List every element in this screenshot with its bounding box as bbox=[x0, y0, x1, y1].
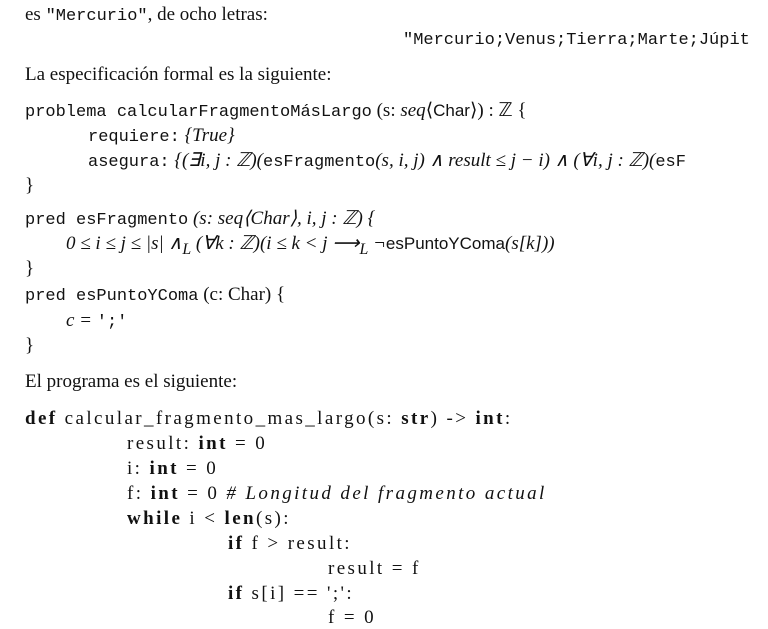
txt: f: bbox=[127, 483, 151, 504]
spec-intro: La especificación formal es la siguiente… bbox=[25, 64, 332, 85]
body: c = bbox=[66, 310, 97, 331]
kw: int bbox=[149, 458, 179, 479]
char-type: Char bbox=[433, 101, 470, 120]
txt: (s): bbox=[256, 508, 291, 529]
sig: ⟩) : ℤ { bbox=[469, 100, 527, 121]
sig: (c: Char) { bbox=[198, 284, 286, 305]
intro-line: es "Mercurio", de ocho letras: bbox=[25, 4, 268, 28]
code-line: result: int = 0 bbox=[127, 433, 267, 455]
txt: = 0 bbox=[227, 433, 268, 454]
txt: calcular_fragmento_mas_largo(s: bbox=[57, 408, 402, 429]
kw: if bbox=[228, 533, 245, 554]
code-line: result = f bbox=[328, 558, 421, 580]
intro-suffix: , de ocho letras: bbox=[147, 4, 268, 25]
problema-header: problema calcularFragmentoMásLargo (s: s… bbox=[25, 100, 527, 124]
asegura-line: asegura: {(∃i, j : ℤ)(esFragmento(s, i, … bbox=[88, 150, 686, 174]
comment: # Longitud del fragmento actual bbox=[226, 483, 547, 504]
example-string: "Mercurio;Venus;Tierra;Marte;Júpit bbox=[403, 31, 750, 50]
kw: def bbox=[25, 408, 58, 429]
pred-esfragmento-body: 0 ≤ i ≤ j ≤ |s| ∧L (∀k : ℤ)(i ≤ k < j ⟶L… bbox=[66, 233, 555, 261]
sig: (s: bbox=[371, 100, 401, 121]
pred-name: pred esPuntoYComa bbox=[25, 287, 199, 306]
asegura-kw: asegura: bbox=[88, 153, 170, 172]
kw: int bbox=[475, 408, 505, 429]
kw: while bbox=[127, 508, 183, 529]
sig: ⟨ bbox=[425, 100, 434, 121]
code-line: f: int = 0 # Longitud del fragmento actu… bbox=[127, 483, 547, 505]
code-line: if f > result: bbox=[228, 533, 352, 555]
intro-word: "Mercurio" bbox=[45, 7, 148, 26]
seq: seq bbox=[400, 100, 426, 121]
txt: f = 0 bbox=[328, 607, 377, 628]
txt: result = f bbox=[328, 558, 421, 579]
asegura-body: {(∃i, j : ℤ)( bbox=[169, 150, 263, 171]
code-line: i: int = 0 bbox=[127, 458, 218, 480]
body: (s[k])) bbox=[505, 233, 555, 254]
kw: int bbox=[198, 433, 228, 454]
code-line: def calcular_fragmento_mas_largo(s: str)… bbox=[25, 408, 513, 430]
close-brace: } bbox=[25, 335, 35, 356]
close-brace: } bbox=[25, 258, 35, 279]
txt: s[i] == ';': bbox=[244, 583, 355, 604]
fn: esFragmento bbox=[263, 153, 376, 172]
body: (∀k : ℤ)(i ≤ k < j ⟶ bbox=[191, 233, 360, 254]
asegura-body: (s, i, j) ∧ result ≤ j − i) ∧ (∀i, j : ℤ… bbox=[375, 150, 656, 171]
txt: i: bbox=[127, 458, 150, 479]
kw: if bbox=[228, 583, 245, 604]
txt: ) -> bbox=[430, 408, 476, 429]
txt: = 0 bbox=[179, 483, 227, 504]
pred-name: pred esFragmento bbox=[25, 211, 189, 230]
problema-name: problema calcularFragmentoMásLargo bbox=[25, 103, 372, 122]
body: ¬ bbox=[368, 233, 386, 254]
kw: int bbox=[150, 483, 180, 504]
literal: ';' bbox=[96, 313, 128, 332]
kw: str bbox=[401, 408, 431, 429]
pred-espuntoycoma-body: c = ';' bbox=[66, 310, 127, 334]
txt: f > result: bbox=[244, 533, 352, 554]
close-brace: } bbox=[25, 175, 35, 196]
program-intro: El programa es el siguiente: bbox=[25, 371, 238, 392]
intro-prefix: es bbox=[25, 4, 46, 25]
code-line: while i < len(s): bbox=[127, 508, 291, 530]
pred-espuntoycoma-header: pred esPuntoYComa (c: Char) { bbox=[25, 284, 285, 308]
body: 0 ≤ i ≤ j ≤ |s| ∧ bbox=[66, 233, 183, 254]
requiere-kw: requiere: bbox=[88, 128, 180, 147]
fn: esF bbox=[655, 153, 686, 172]
requiere-body: {True} bbox=[179, 125, 235, 146]
fn: esPuntoYComa bbox=[385, 234, 505, 253]
code-line: if s[i] == ';': bbox=[228, 583, 354, 605]
txt: : bbox=[504, 408, 513, 429]
sig: (s: seq⟨Char⟩, i, j : ℤ) { bbox=[188, 208, 376, 229]
txt: result: bbox=[127, 433, 199, 454]
sub: L bbox=[182, 240, 192, 258]
pred-esfragmento-header: pred esFragmento (s: seq⟨Char⟩, i, j : ℤ… bbox=[25, 208, 375, 232]
txt: = 0 bbox=[178, 458, 219, 479]
kw: len bbox=[224, 508, 257, 529]
requiere-line: requiere: {True} bbox=[88, 125, 235, 149]
txt: i < bbox=[182, 508, 225, 529]
